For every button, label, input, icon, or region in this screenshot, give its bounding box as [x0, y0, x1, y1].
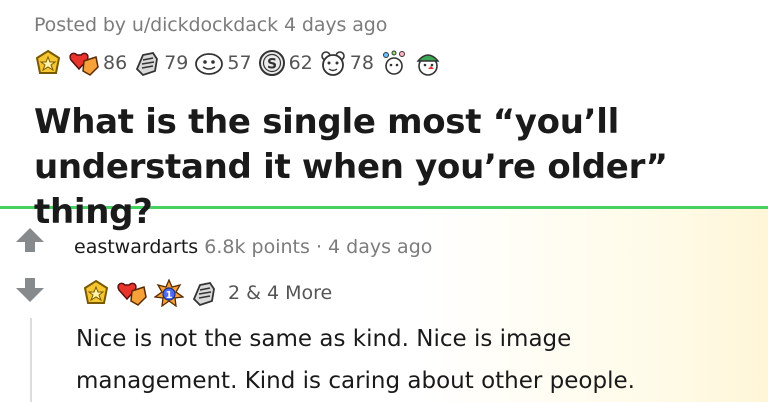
- gold-badge-icon: [83, 279, 109, 304]
- first-place-icon: 1: [154, 279, 184, 307]
- face-icon: [195, 53, 224, 75]
- award-party[interactable]: [380, 49, 408, 77]
- party-icon: [382, 50, 405, 75]
- award-first-place[interactable]: 1: [154, 279, 184, 307]
- silver-coin-icon: S: [258, 50, 285, 76]
- upvote-icon[interactable]: [14, 226, 46, 254]
- helpful-hand-icon: [192, 281, 215, 307]
- award-wholesome[interactable]: 86: [68, 49, 127, 77]
- award-gold[interactable]: [34, 49, 62, 77]
- comment-author[interactable]: eastwardarts: [74, 236, 198, 258]
- meta-separator: ·: [315, 236, 322, 258]
- svg-text:1: 1: [166, 290, 173, 301]
- posted-by[interactable]: Posted by u/dickdockdack 4 days ago: [34, 14, 387, 36]
- heart-hands-icon: [117, 282, 147, 306]
- downvote-icon[interactable]: [14, 276, 46, 304]
- helpful-hand-icon: [136, 51, 159, 77]
- gold-badge-icon: [35, 49, 61, 74]
- award-elf[interactable]: [414, 49, 442, 77]
- award-gold[interactable]: [82, 279, 110, 307]
- comment-body-line: management. Kind is caring about other p…: [76, 368, 635, 394]
- award-silver[interactable]: S 62: [258, 49, 313, 77]
- heart-hands-icon: [69, 52, 99, 76]
- award-helpful[interactable]: [190, 279, 218, 307]
- comment-body: Nice is not the same as kind. Nice is im…: [76, 318, 756, 402]
- comment-body-line: Nice is not the same as kind. Nice is im…: [76, 326, 572, 352]
- award-count: 78: [349, 52, 374, 74]
- comment-points: 6.8k points: [204, 236, 310, 258]
- elf-hat-icon: [416, 54, 440, 76]
- award-helpful[interactable]: 79: [133, 49, 188, 77]
- award-count: 79: [164, 52, 189, 74]
- award-bear[interactable]: 78: [319, 49, 374, 77]
- thread-line[interactable]: [30, 318, 32, 402]
- post-title-line: What is the single most “you’ll: [34, 102, 619, 142]
- post-awards[interactable]: 86 79 57 S 62 78: [34, 48, 448, 78]
- award-face[interactable]: 57: [194, 49, 252, 77]
- award-wholesome[interactable]: [116, 279, 148, 307]
- post-title[interactable]: What is the single most “you’ll understa…: [34, 100, 754, 235]
- svg-text:S: S: [267, 57, 277, 73]
- more-awards[interactable]: 2 & 4 More: [228, 282, 332, 304]
- award-count: 62: [288, 52, 313, 74]
- comment-time[interactable]: 4 days ago: [328, 236, 432, 258]
- comment-awards[interactable]: 1 2 & 4 More: [82, 278, 332, 308]
- comment-meta: eastwardarts 6.8k points · 4 days ago: [74, 236, 432, 258]
- bear-icon: [320, 51, 345, 76]
- post-title-line: understand it when you’re older” thing?: [34, 147, 668, 232]
- award-count: 57: [227, 52, 252, 74]
- award-count: 86: [103, 52, 128, 74]
